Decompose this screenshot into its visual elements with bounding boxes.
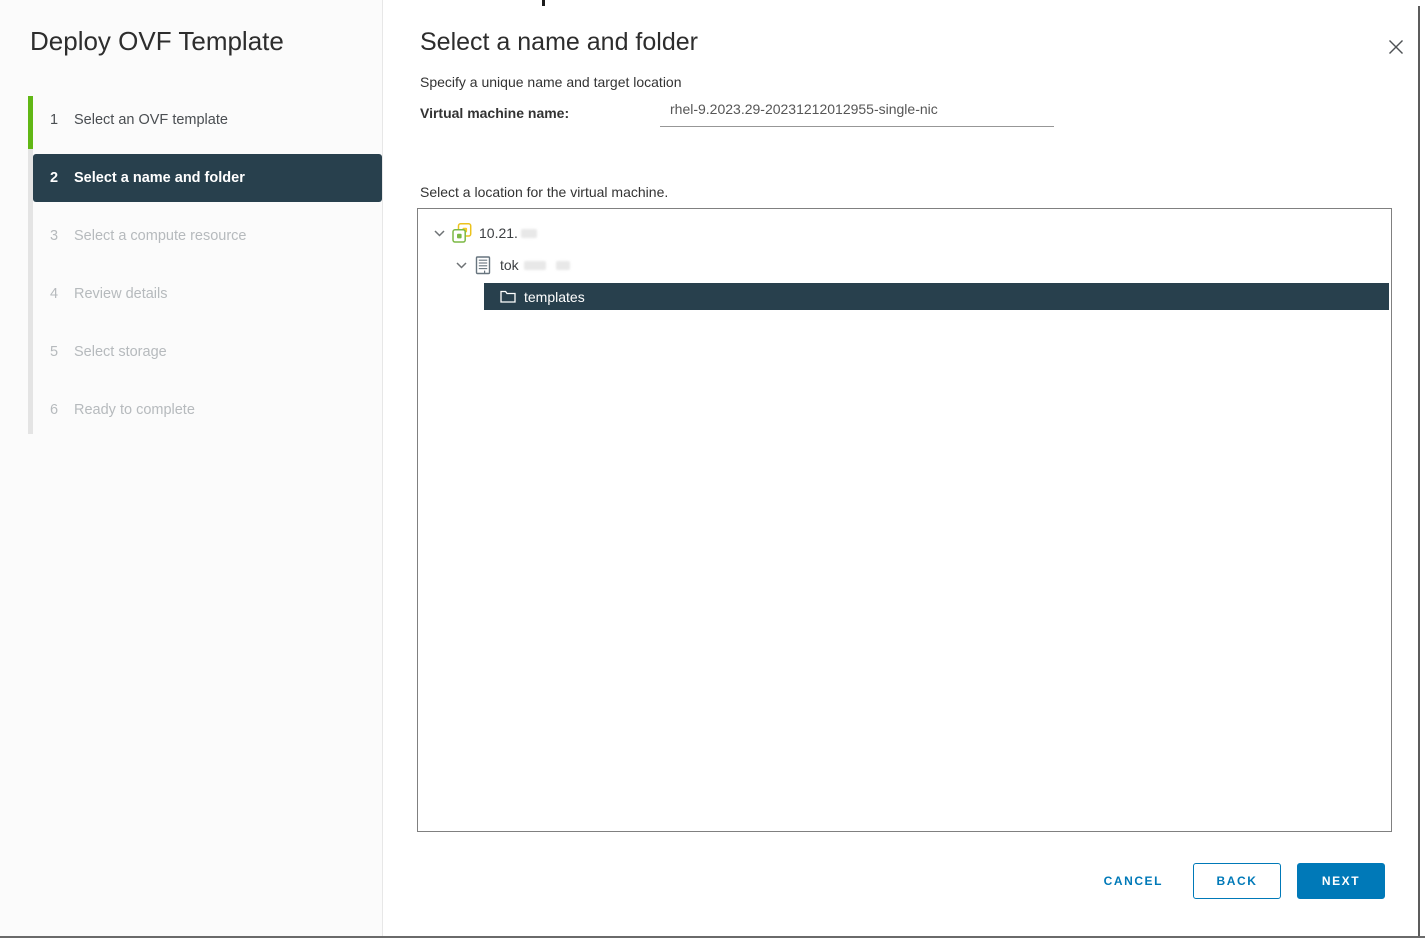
back-button[interactable]: BACK — [1193, 863, 1281, 899]
next-button[interactable]: NEXT — [1297, 863, 1385, 899]
tree-row-label: 10.21. — [479, 225, 518, 241]
progress-track — [28, 96, 33, 434]
cancel-button[interactable]: CANCEL — [1090, 864, 1177, 898]
page-subtitle: Specify a unique name and target locatio… — [420, 74, 682, 90]
step-item-2[interactable]: 2 Select a name and folder — [33, 154, 382, 202]
step-number: 2 — [49, 170, 59, 186]
step-label: Review details — [74, 286, 168, 302]
location-label: Select a location for the virtual machin… — [420, 184, 669, 200]
chevron-down-icon[interactable] — [452, 261, 470, 269]
wizard-title: Deploy OVF Template — [30, 26, 284, 56]
wizard-sidebar: Deploy OVF Template 1 Select an OVF temp… — [0, 0, 383, 936]
screenshot-artifact — [542, 0, 545, 6]
step-number: 3 — [49, 228, 59, 244]
step-item-4: 4 Review details — [33, 270, 382, 318]
wizard-content: Select a name and folder Specify a uniqu… — [384, 0, 1418, 936]
redacted-text — [520, 228, 537, 238]
wizard-steps: 1 Select an OVF template 2 Select a name… — [28, 96, 382, 444]
chevron-down-icon[interactable] — [430, 229, 448, 237]
deploy-ovf-dialog: Deploy OVF Template 1 Select an OVF temp… — [0, 0, 1425, 943]
step-item-1[interactable]: 1 Select an OVF template — [33, 96, 382, 144]
tree-row-vcenter[interactable]: 10.21. — [418, 219, 1391, 247]
folder-icon — [500, 290, 516, 303]
step-label: Select a name and folder — [74, 170, 245, 186]
close-icon — [1388, 39, 1404, 58]
step-item-6: 6 Ready to complete — [33, 386, 382, 434]
step-number: 4 — [49, 286, 59, 302]
step-number: 6 — [49, 402, 59, 418]
vcenter-icon — [452, 223, 472, 243]
step-label: Select storage — [74, 344, 167, 360]
step-item-3: 3 Select a compute resource — [33, 212, 382, 260]
redacted-text — [555, 260, 570, 270]
close-button[interactable] — [1384, 36, 1408, 60]
tree-row-label: templates — [524, 288, 585, 305]
step-label: Select a compute resource — [74, 228, 247, 244]
step-label: Ready to complete — [74, 402, 195, 418]
location-tree-panel: 10.21. tok templates — [417, 208, 1392, 832]
tree-row-datacenter[interactable]: tok — [418, 251, 1391, 279]
dialog-bottom-border — [0, 936, 1425, 938]
step-item-5: 5 Select storage — [33, 328, 382, 376]
tree-row-templates-selected[interactable]: templates — [484, 283, 1389, 310]
step-number: 1 — [49, 112, 59, 128]
page-title: Select a name and folder — [420, 28, 698, 56]
tree-row-label: tok — [500, 257, 519, 273]
wizard-footer: CANCEL BACK NEXT — [1090, 863, 1385, 899]
dialog-right-border — [1418, 6, 1420, 936]
datacenter-icon — [474, 255, 493, 275]
step-number: 5 — [49, 344, 59, 360]
step-label: Select an OVF template — [74, 112, 228, 128]
redacted-text — [523, 260, 546, 270]
vm-name-label: Virtual machine name: — [420, 105, 570, 121]
vm-name-input[interactable] — [660, 95, 1054, 127]
